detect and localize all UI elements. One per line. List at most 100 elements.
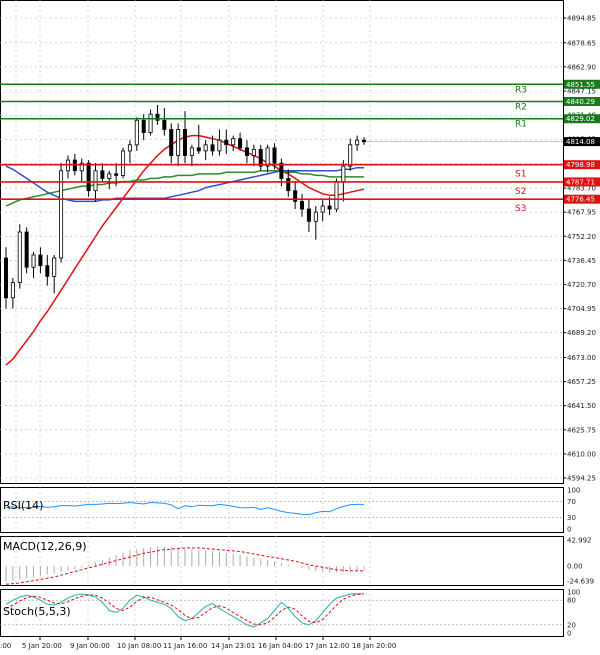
candle-body [107,173,112,179]
candle-body [355,139,360,146]
macd-label: MACD(12,26,9) [3,540,87,553]
candle-body [100,170,105,179]
price-tick-label: 4610.00 [567,450,596,458]
price-tick-label: 4752.20 [567,233,596,241]
stoch-tick-label: 80 [567,597,576,605]
candle-body [286,178,291,192]
candle-body [141,119,146,133]
candle-body [327,205,332,210]
price-tick-label: 4862.90 [567,63,596,71]
x-tick-label: 18 Jan 20:00 [352,642,396,650]
pivot-level-name: R1 [515,120,527,130]
candle-body [272,147,277,164]
candle [24,227,29,274]
candle-body [265,147,270,167]
price-tick-label: 4878.65 [567,39,596,47]
candle-body [59,170,64,259]
candle-body [4,257,9,299]
candle-body [320,205,325,213]
candle [121,147,126,179]
candle-body [334,181,339,210]
candle-body [196,147,201,152]
pivot-level-price: 4840.29 [566,98,595,106]
price-tick-label: 4625.75 [567,426,596,434]
price-tick-label: 4894.85 [567,15,596,23]
candle-body [306,208,311,222]
stoch-tick-label: 20 [567,621,576,629]
candle-body [127,144,132,152]
candle-body [231,138,236,146]
pivot-level-price: 4851.55 [566,81,595,89]
candle-body [182,129,187,156]
x-tick-label: 16 Jan 04:00 [258,642,302,650]
pivot-level-price: 4787.71 [566,178,595,186]
pivot-level-name: R3 [515,85,527,95]
candle [17,224,22,289]
candle-body [86,162,91,192]
candle-body [176,129,181,156]
pivot-level-name: S2 [515,187,526,197]
x-tick-label: 11 Jan 16:00 [163,642,207,650]
candle-body [210,144,215,152]
candle-body [169,129,174,156]
pivot-level-name: S1 [515,170,526,180]
x-tick-label: :00 [0,642,11,650]
price-tick-label: 4704.95 [567,305,596,313]
candle-body [52,257,57,277]
rsi-tick-label: 30 [567,514,576,522]
price-tick-label: 4720.70 [567,281,596,289]
stoch-label: Stoch(5,5,3) [3,605,71,618]
rsi-tick-label: 0 [567,526,571,534]
candle-body [148,113,153,133]
pivot-level-name: R2 [515,102,527,112]
candle [59,163,64,263]
candle-body [244,147,249,156]
x-tick-label: 17 Jan 12:00 [305,642,349,650]
rsi-tick-label: 70 [567,498,576,506]
candle-body [17,231,22,283]
price-tick-label: 4641.50 [567,402,596,410]
candle-body [224,139,229,146]
candle-body [341,165,346,182]
stoch-tick-label: 100 [567,589,580,597]
candle-body [45,265,50,277]
pivot-level-price: 4798.98 [566,161,595,169]
pivot-level-price: 4776.45 [566,196,595,204]
macd-tick-label: 0.00 [567,563,583,571]
price-tick-label: 4736.45 [567,257,596,265]
price-tick-label: 4767.95 [567,209,596,217]
pivot-level-price: 4829.02 [566,115,595,123]
price-tick-label: 4657.25 [567,378,596,386]
candle-body [31,254,36,268]
trading-chart: R3R2R1S1S2S3 4894.854878.654862.904847.1… [0,0,600,655]
x-tick-label: 5 Jan 20:00 [22,642,62,650]
last-price-label: 4814.08 [566,138,595,146]
candle-body [162,119,167,130]
candle-body [203,144,208,152]
candle-body [189,147,194,156]
candle-body [313,211,318,222]
price-tick-label: 4689.20 [567,329,596,337]
candle-body [93,170,98,192]
rsi-label: RSI(14) [3,499,43,512]
candle-body [24,231,29,268]
candle-body [361,139,366,143]
stoch-tick-label: 0 [567,630,571,638]
candle-body [121,150,126,176]
candle-body [258,148,263,167]
macd-tick-label: -24.639 [567,578,594,586]
rsi-tick-label: 100 [567,487,580,495]
price-tick-label: 4594.25 [567,475,596,483]
x-tick-label: 10 Jan 08:00 [117,642,161,650]
candle-body [38,254,43,267]
x-tick-label: 9 Jan 00:00 [70,642,110,650]
pivot-level-name: S3 [515,204,526,214]
candle-body [217,139,222,152]
candle-body [300,201,305,210]
candle-body [114,173,119,176]
candle-body [251,148,256,156]
macd-tick-label: 42.992 [567,537,592,545]
candle [334,178,339,213]
x-tick-label: 14 Jan 23:01 [211,642,255,650]
price-tick-label: 4673.00 [567,354,596,362]
